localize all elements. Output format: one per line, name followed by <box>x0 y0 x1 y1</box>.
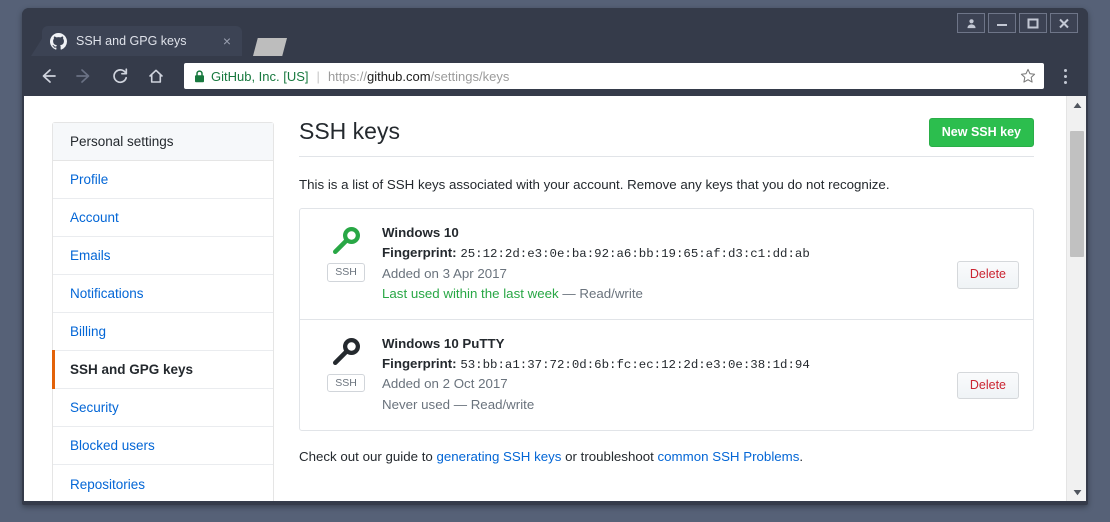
new-ssh-key-button[interactable]: New SSH key <box>928 118 1034 147</box>
key-actions: Delete <box>933 334 1019 400</box>
key-actions: Delete <box>933 223 1019 289</box>
sidebar-item-notifications[interactable]: Notifications <box>53 275 273 313</box>
lock-icon <box>194 69 205 83</box>
sidebar-item-ssh-and-gpg-keys[interactable]: SSH and GPG keys <box>52 350 273 389</box>
keys-footer: Check out our guide to generating SSH ke… <box>299 449 1034 464</box>
key-usage-scope: — Read/write <box>562 286 643 302</box>
url-scheme: https:// <box>327 68 367 84</box>
sidebar-item-label: Repositories <box>70 476 146 492</box>
key-protocol-badge: SSH <box>327 373 365 393</box>
fingerprint-value: 25:12:2d:e3:0e:ba:92:a6:bb:19:65:af:d3:c… <box>460 246 810 261</box>
delete-key-button[interactable]: Delete <box>956 371 1019 400</box>
window-controls <box>957 13 1078 33</box>
forward-button[interactable] <box>70 62 98 90</box>
key-fingerprint: Fingerprint: 25:12:2d:e3:0e:ba:92:a6:bb:… <box>382 243 933 264</box>
key-icon <box>331 226 361 256</box>
browser-menu-button[interactable] <box>1054 68 1076 84</box>
sidebar-item-label: Emails <box>70 248 111 263</box>
new-tab-button[interactable] <box>253 38 287 56</box>
back-button[interactable] <box>34 62 62 90</box>
sidebar-item-list: Profile Account Emails Notifications Billing… <box>52 161 273 501</box>
fingerprint-label: Fingerprint: <box>382 244 457 260</box>
footer-lead: Check out our guide to <box>299 448 437 464</box>
browser-window: SSH and GPG keys × GitHub, Inc. [US] | h… <box>22 8 1088 505</box>
sidebar-item-label: Blocked users <box>70 438 155 453</box>
key-added-date: Added on 3 Apr 2017 <box>382 265 507 281</box>
omnibox-separator: | <box>316 68 320 84</box>
maximize-button[interactable] <box>1019 13 1047 33</box>
url-path: /settings/keys <box>430 68 510 84</box>
key-badge: SSH <box>316 223 376 282</box>
browser-tab[interactable]: SSH and GPG keys × <box>42 26 242 56</box>
footer-middle: or troubleshoot <box>561 448 658 464</box>
key-usage: Never used — Read/write <box>382 395 933 416</box>
generating-ssh-keys-link[interactable]: generating SSH keys <box>437 449 562 464</box>
page-viewport: Personal settings Profile Account Emails No… <box>24 96 1086 501</box>
address-bar[interactable]: GitHub, Inc. [US] | https://github.com/s… <box>184 63 1044 89</box>
fingerprint-label: Fingerprint: <box>382 355 457 371</box>
sidebar-item-account[interactable]: Account <box>53 199 273 237</box>
sidebar-item-blocked-users[interactable]: Blocked users <box>53 427 273 465</box>
site-identity-label: GitHub, Inc. [US] <box>211 68 309 84</box>
ssh-keys-list: SSH Windows 10 Fingerprint: 25:12:2d:e3:0e… <box>299 208 1034 431</box>
key-usage-scope: — Read/write <box>453 396 535 412</box>
tab-strip: SSH and GPG keys × <box>22 8 1088 56</box>
minimize-button[interactable] <box>988 13 1016 33</box>
sidebar-header: Personal settings <box>53 123 273 161</box>
close-button[interactable] <box>1050 13 1078 33</box>
sidebar-item-label: Notifications <box>70 286 144 301</box>
page-scrollbar[interactable] <box>1066 96 1086 501</box>
browser-toolbar: GitHub, Inc. [US] | https://github.com/s… <box>22 56 1088 96</box>
sidebar-item-repositories[interactable]: Repositories <box>53 465 273 501</box>
page-content: Personal settings Profile Account Emails No… <box>24 96 1066 501</box>
key-title: Windows 10 PuTTY <box>382 335 505 351</box>
sidebar-item-label: Account <box>70 210 119 225</box>
key-fingerprint: Fingerprint: 53:bb:a1:37:72:0d:6b:fc:ec:… <box>382 354 933 375</box>
scroll-down-arrow-icon[interactable] <box>1067 483 1086 501</box>
footer-tail: . <box>799 448 804 464</box>
menu-dot <box>1063 74 1067 78</box>
sidebar-item-profile[interactable]: Profile <box>53 161 273 199</box>
reload-button[interactable] <box>106 62 134 90</box>
key-usage-status: Never used <box>382 396 450 412</box>
common-ssh-problems-link[interactable]: common SSH Problems <box>658 449 800 464</box>
scroll-up-arrow-icon[interactable] <box>1067 96 1086 114</box>
menu-dot <box>1063 68 1067 72</box>
page-header: SSH keys New SSH key <box>299 118 1034 157</box>
close-icon[interactable]: × <box>220 34 234 48</box>
key-info: Windows 10 PuTTY Fingerprint: 53:bb:a1:37… <box>376 334 933 416</box>
ssh-key-row: SSH Windows 10 PuTTY Fingerprint: 53:bb:a1… <box>300 320 1033 430</box>
key-usage-status: Last used within the last week <box>382 286 559 302</box>
key-title: Windows 10 <box>382 225 459 240</box>
key-added-date: Added on 2 Oct 2017 <box>382 376 508 392</box>
url-text: https://github.com/settings/keys <box>328 69 509 84</box>
fingerprint-value: 53:bb:a1:37:72:0d:6b:fc:ec:12:2d:e3:0e:3… <box>460 357 810 372</box>
home-button[interactable] <box>142 62 170 90</box>
keys-intro-text: This is a list of SSH keys associated wi… <box>299 177 890 192</box>
key-info: Windows 10 Fingerprint: 25:12:2d:e3:0e:ba… <box>376 223 933 305</box>
github-icon <box>50 32 67 50</box>
sidebar-item-label: Security <box>70 400 119 415</box>
sidebar-item-label: SSH and GPG keys <box>70 362 194 377</box>
menu-dot <box>1063 80 1067 84</box>
key-badge: SSH <box>316 334 376 393</box>
profile-button[interactable] <box>957 13 985 33</box>
url-host: github.com <box>366 68 431 84</box>
key-protocol-badge: SSH <box>327 263 365 282</box>
sidebar-item-label: Profile <box>70 172 109 187</box>
sidebar-item-emails[interactable]: Emails <box>53 237 273 275</box>
ssh-key-row: SSH Windows 10 Fingerprint: 25:12:2d:e3:0e… <box>300 209 1033 320</box>
key-icon <box>331 337 361 367</box>
tab-title: SSH and GPG keys <box>76 34 187 48</box>
page-title: SSH keys <box>299 118 400 144</box>
sidebar-item-billing[interactable]: Billing <box>53 313 273 351</box>
settings-sidebar: Personal settings Profile Account Emails No… <box>52 122 274 501</box>
sidebar-item-label: Billing <box>70 324 107 339</box>
delete-key-button[interactable]: Delete <box>956 261 1019 289</box>
bookmark-star-icon[interactable] <box>1012 68 1036 84</box>
key-usage: Last used within the last week — Read/wr… <box>382 284 933 305</box>
sidebar-item-security[interactable]: Security <box>53 389 273 427</box>
settings-main: SSH keys New SSH key This is a list of S… <box>299 118 1034 464</box>
scrollbar-thumb[interactable] <box>1070 131 1084 257</box>
